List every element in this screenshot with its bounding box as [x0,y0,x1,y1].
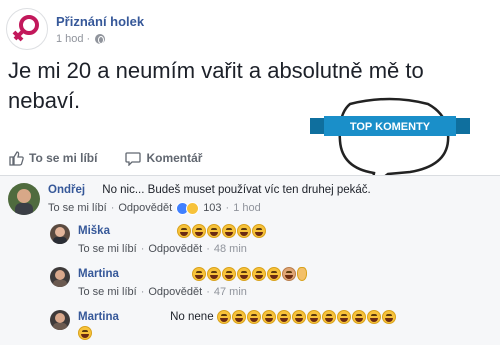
laughing-emoji-icon [381,310,396,324]
separator-dot: · [140,286,145,299]
comment-text: No nene [170,311,214,324]
avatar[interactable] [8,183,40,215]
laughing-emoji-icon [237,224,252,238]
emoji-row [192,267,308,281]
comment-bubble-icon [125,152,142,166]
comment-meta: To se mi líbí · Odpovědět · 48 min [78,242,266,257]
post-action-bar: To se mi líbí Komentář [0,143,500,173]
laughing-emoji-icon [237,267,252,281]
reactions[interactable] [176,202,200,215]
avatar[interactable] [50,310,70,330]
ok-hand-emoji-icon [297,267,308,281]
comment-button[interactable]: Komentář [125,150,202,166]
laughing-emoji-icon [222,267,237,281]
woman-emoji-icon [282,267,297,281]
page-avatar[interactable] [6,8,48,50]
laughing-emoji-icon [336,310,351,324]
avatar[interactable] [50,224,70,244]
like-label: To se mi líbí [29,151,98,165]
laughing-emoji-icon [177,224,192,238]
avatar[interactable] [50,267,70,287]
separator-dot: · [86,32,91,45]
comment-like-link[interactable]: To se mi líbí [48,201,107,216]
comment-reply-link[interactable]: Odpovědět [118,201,172,216]
separator-dot: · [110,202,115,214]
separator-dot: · [206,286,210,299]
separator-dot: · [206,243,210,256]
comment-body: Miška To se mi líbí · Odpovědět · 48 min [78,224,267,257]
post-time-text[interactable]: 1 hod [56,33,84,45]
reply: Martina To se mi líbí · Odpovědět · 47 m… [50,267,308,300]
laughing-emoji-icon [207,224,222,238]
laughing-emoji-icon [321,310,336,324]
comment-reply-link[interactable]: Odpovědět [148,285,202,300]
reply: Miška To se mi líbí · Odpovědět · 48 min [50,224,267,257]
comment-author[interactable]: Miška [78,225,110,237]
laughing-emoji-icon [246,310,261,324]
page-name[interactable]: Přiznání holek [56,14,144,29]
post-header: Přiznání holek 1 hod · [6,6,144,52]
laughing-emoji-icon [231,310,246,324]
comment-like-link[interactable]: To se mi líbí [78,242,137,257]
laughing-emoji-icon [207,267,222,281]
laughing-emoji-icon [306,310,321,324]
comment-body: Martina No nene [78,310,488,345]
laughing-emoji-icon [276,310,291,324]
reply: Martina No nene [50,310,488,345]
comment-time[interactable]: 1 hod [233,201,261,216]
comment-time[interactable]: 48 min [214,242,247,257]
comment-author[interactable]: Martina [78,311,119,323]
laughing-emoji-icon [366,310,381,324]
laughing-emoji-icon [78,326,92,341]
emoji-row [216,310,396,324]
comment-text: No nic... Budeš muset používat víc ten d… [102,184,371,196]
separator-dot: · [225,202,230,214]
comment-meta: To se mi líbí · Odpovědět · 47 min [78,285,307,300]
laughing-emoji-icon [351,310,366,324]
comment-body: Ondřej No nic... Budeš muset používat ví… [48,183,371,216]
laughing-emoji-icon [291,310,306,324]
female-symbol-icon [12,15,39,42]
comment-body: Martina To se mi líbí · Odpovědět · 47 m… [78,267,308,300]
post-timestamp: 1 hod · [56,33,144,45]
page-meta: Přiznání holek 1 hod · [56,14,144,45]
reaction-count[interactable]: 103 [203,201,221,216]
comment-meta: To se mi líbí · Odpovědět 103 · 1 hod [48,201,371,216]
comment: Ondřej No nic... Budeš muset používat ví… [8,183,371,216]
laughing-emoji-icon [252,267,267,281]
comment-time[interactable]: 47 min [214,285,247,300]
comment-author[interactable]: Martina [78,268,119,280]
comment-like-link[interactable]: To se mi líbí [78,285,137,300]
thumbs-up-icon [9,151,24,166]
laughing-emoji-icon [252,224,267,238]
laughing-emoji-icon [267,267,282,281]
laughing-emoji-icon [222,224,237,238]
emoji-row [177,224,267,238]
globe-icon [95,33,106,44]
separator-dot: · [140,243,145,256]
comment-author[interactable]: Ondřej [48,184,85,196]
haha-reaction-icon [186,202,200,215]
laughing-emoji-icon [192,224,207,238]
laughing-emoji-icon [261,310,276,324]
like-button[interactable]: To se mi líbí [8,150,97,166]
comment-reply-link[interactable]: Odpovědět [148,242,202,257]
laughing-emoji-icon [192,267,207,281]
badge-label: TOP KOMENTY [350,121,431,133]
comment-label: Komentář [146,151,203,165]
laughing-emoji-icon [216,310,231,324]
